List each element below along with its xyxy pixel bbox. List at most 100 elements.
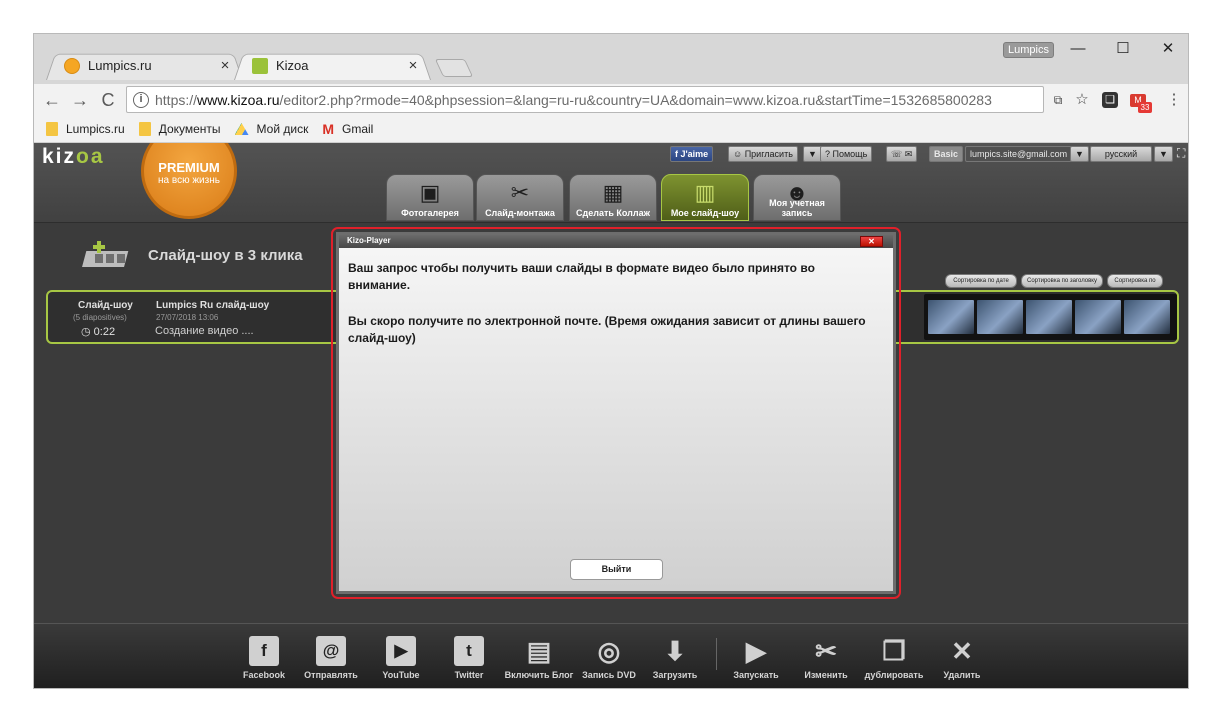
duration-value: 0:22	[93, 326, 116, 338]
menu-icon[interactable]: ⋮	[1164, 90, 1184, 110]
bookmark-my-drive[interactable]: Мой диск	[234, 122, 308, 136]
sort-by-date-button[interactable]: Сортировка по дате	[945, 274, 1017, 288]
help-button[interactable]: ? Помощь	[820, 146, 873, 162]
fullscreen-icon[interactable]: ⛶	[1173, 146, 1188, 162]
action-bar: f Facebook @ Отправлять ▶ YouTube t Twitter …	[34, 623, 1188, 688]
action-label: Удалить	[943, 670, 981, 680]
window-close-icon[interactable]: ✕	[1146, 38, 1188, 60]
tab-make-collage[interactable]: ▦ Сделать Коллаж	[569, 174, 657, 221]
facebook-like-button[interactable]: f J'aime	[670, 146, 714, 162]
tab-label: Мое слайд-шоу	[670, 208, 740, 218]
new-tab-button[interactable]	[434, 59, 474, 77]
download-button[interactable]: ⬇ Загрузить	[640, 636, 710, 680]
folder-icon	[46, 122, 58, 136]
slide-thumbnail	[928, 300, 974, 334]
back-icon[interactable]: ←	[40, 88, 64, 112]
download-icon: ⬇	[664, 636, 686, 666]
reload-icon[interactable]: C	[96, 88, 120, 112]
delete-button[interactable]: ✕ Удалить	[927, 636, 997, 680]
button-label: Помощь	[832, 149, 868, 159]
sort-by-button[interactable]: Сортировка по	[1107, 274, 1163, 288]
bookmark-label: Документы	[158, 122, 221, 136]
tab-label: Моя учетная запись	[769, 198, 825, 218]
profile-button[interactable]: Lumpics	[1003, 42, 1054, 58]
folder-icon	[138, 122, 151, 136]
slideshow-add-icon	[82, 241, 129, 267]
url-scheme: https://	[155, 91, 198, 108]
kizo-player-dialog: Kizo-Player ✕ Ваш запрос чтобы получить …	[336, 232, 896, 594]
button-label: J'aime	[680, 149, 709, 159]
tab-my-account[interactable]: ☻ Моя учетная запись	[753, 174, 841, 221]
url-domain: www.kizoa.ru	[197, 91, 280, 108]
gmail-icon: M	[322, 121, 335, 137]
blog-button[interactable]: ▤ Включить Блог	[504, 636, 574, 680]
facebook-button[interactable]: f Facebook	[229, 636, 299, 680]
premium-title: PREMIUM	[158, 160, 220, 175]
logo-text-accent: oa	[76, 145, 105, 168]
dialog-title: Kizo-Player	[347, 236, 391, 245]
burn-dvd-button[interactable]: ◎ Запись DVD	[574, 636, 644, 680]
account-dropdown-button[interactable]: ▼	[1070, 146, 1089, 162]
dialog-titlebar: Kizo-Player ✕	[339, 235, 893, 248]
address-bar[interactable]: i https://www.kizoa.ru/editor2.php?rmode…	[126, 86, 1044, 113]
tab-photo-gallery[interactable]: ▣ Фотогалерея	[386, 174, 474, 221]
logo-text: kiz	[42, 145, 77, 168]
language-dropdown-button[interactable]: ▼	[1154, 146, 1173, 162]
forward-icon[interactable]: →	[68, 88, 92, 112]
tab-lumpics[interactable]: Lumpics.ru ×	[46, 51, 243, 80]
montage-icon: ✂	[510, 180, 530, 205]
edit-icon: ✂	[815, 636, 837, 666]
tab-slide-montage[interactable]: ✂ Слайд-монтажа	[476, 174, 564, 221]
maximize-icon[interactable]: ☐	[1101, 38, 1145, 60]
slideshow-label: Слайд-шоу	[78, 300, 133, 311]
bookmark-star-icon[interactable]: ☆	[1072, 90, 1092, 110]
browser-toolbar: ← → C i https://www.kizoa.ru/editor2.php…	[34, 84, 1188, 116]
extension-icon[interactable]: ❏	[1102, 92, 1118, 108]
invite-button[interactable]: ☺ Пригласить	[728, 146, 798, 162]
bookmark-lumpics[interactable]: Lumpics.ru	[46, 122, 125, 136]
send-button[interactable]: @ Отправлять	[296, 636, 366, 680]
info-icon[interactable]: i	[133, 91, 149, 108]
youtube-icon: ▶	[386, 636, 416, 666]
dialog-close-icon[interactable]: ✕	[860, 236, 883, 247]
account-email[interactable]: lumpics.site@gmail.com	[965, 146, 1073, 162]
sort-by-title-button[interactable]: Сортировка по заголовку	[1021, 274, 1103, 288]
tab-my-slideshow[interactable]: ▥ Мое слайд-шоу	[661, 174, 749, 221]
slideshow-filmstrip	[924, 294, 1177, 340]
tab-kizoa[interactable]: Kizoa ×	[234, 51, 431, 80]
tab-title: Lumpics.ru	[88, 58, 152, 73]
action-label: Отправлять	[304, 670, 358, 680]
page-title: Слайд-шоу в 3 клика	[148, 247, 303, 264]
play-button[interactable]: ▶ Запускать	[721, 636, 791, 680]
youtube-button[interactable]: ▶ YouTube	[366, 636, 436, 680]
tab-close-icon[interactable]: ×	[217, 57, 233, 74]
tab-strip: Lumpics.ru × Kizoa × Lumpics — ☐ ✕	[34, 34, 1188, 84]
tab-label: Сделать Коллаж	[576, 208, 650, 218]
language-select[interactable]: русский	[1090, 146, 1152, 162]
slide-thumbnail	[1124, 300, 1170, 334]
edit-button[interactable]: ✂ Изменить	[791, 636, 861, 680]
tab-close-icon[interactable]: ×	[405, 57, 421, 74]
dvd-icon: ◎	[597, 636, 621, 666]
translate-icon[interactable]: ⧉	[1048, 90, 1068, 110]
bookmark-gmail[interactable]: M Gmail	[322, 121, 373, 137]
minimize-icon[interactable]: —	[1056, 38, 1100, 60]
kizoa-logo[interactable]: kizoa	[42, 145, 105, 169]
phone-mail-icon[interactable]: ☏ ✉	[886, 146, 918, 162]
notification-badge: 33	[1138, 102, 1152, 113]
action-label: Запускать	[733, 670, 779, 680]
mail-icon: @	[316, 636, 346, 666]
lumpics-favicon-icon	[64, 57, 80, 74]
play-icon: ▶	[746, 636, 766, 666]
slideshow-name: Lumpics Ru слайд-шоу	[156, 300, 270, 311]
site-header: kizoa PREMIUM на всю жизнь f J'aime ☺ Пр…	[34, 143, 1188, 223]
action-label: Загрузить	[652, 670, 698, 680]
film-icon: ▥	[694, 180, 716, 205]
duplicate-button[interactable]: ❐ дублировать	[859, 636, 929, 680]
bookmarks-bar: Lumpics.ru Документы Мой диск M Gmail	[34, 116, 1188, 143]
tab-title: Kizoa	[276, 58, 309, 73]
twitter-button[interactable]: t Twitter	[434, 636, 504, 680]
exit-button[interactable]: Выйти	[570, 559, 663, 580]
bookmark-documents[interactable]: Документы	[138, 122, 221, 136]
premium-badge[interactable]: PREMIUM на всю жизнь	[141, 143, 237, 219]
